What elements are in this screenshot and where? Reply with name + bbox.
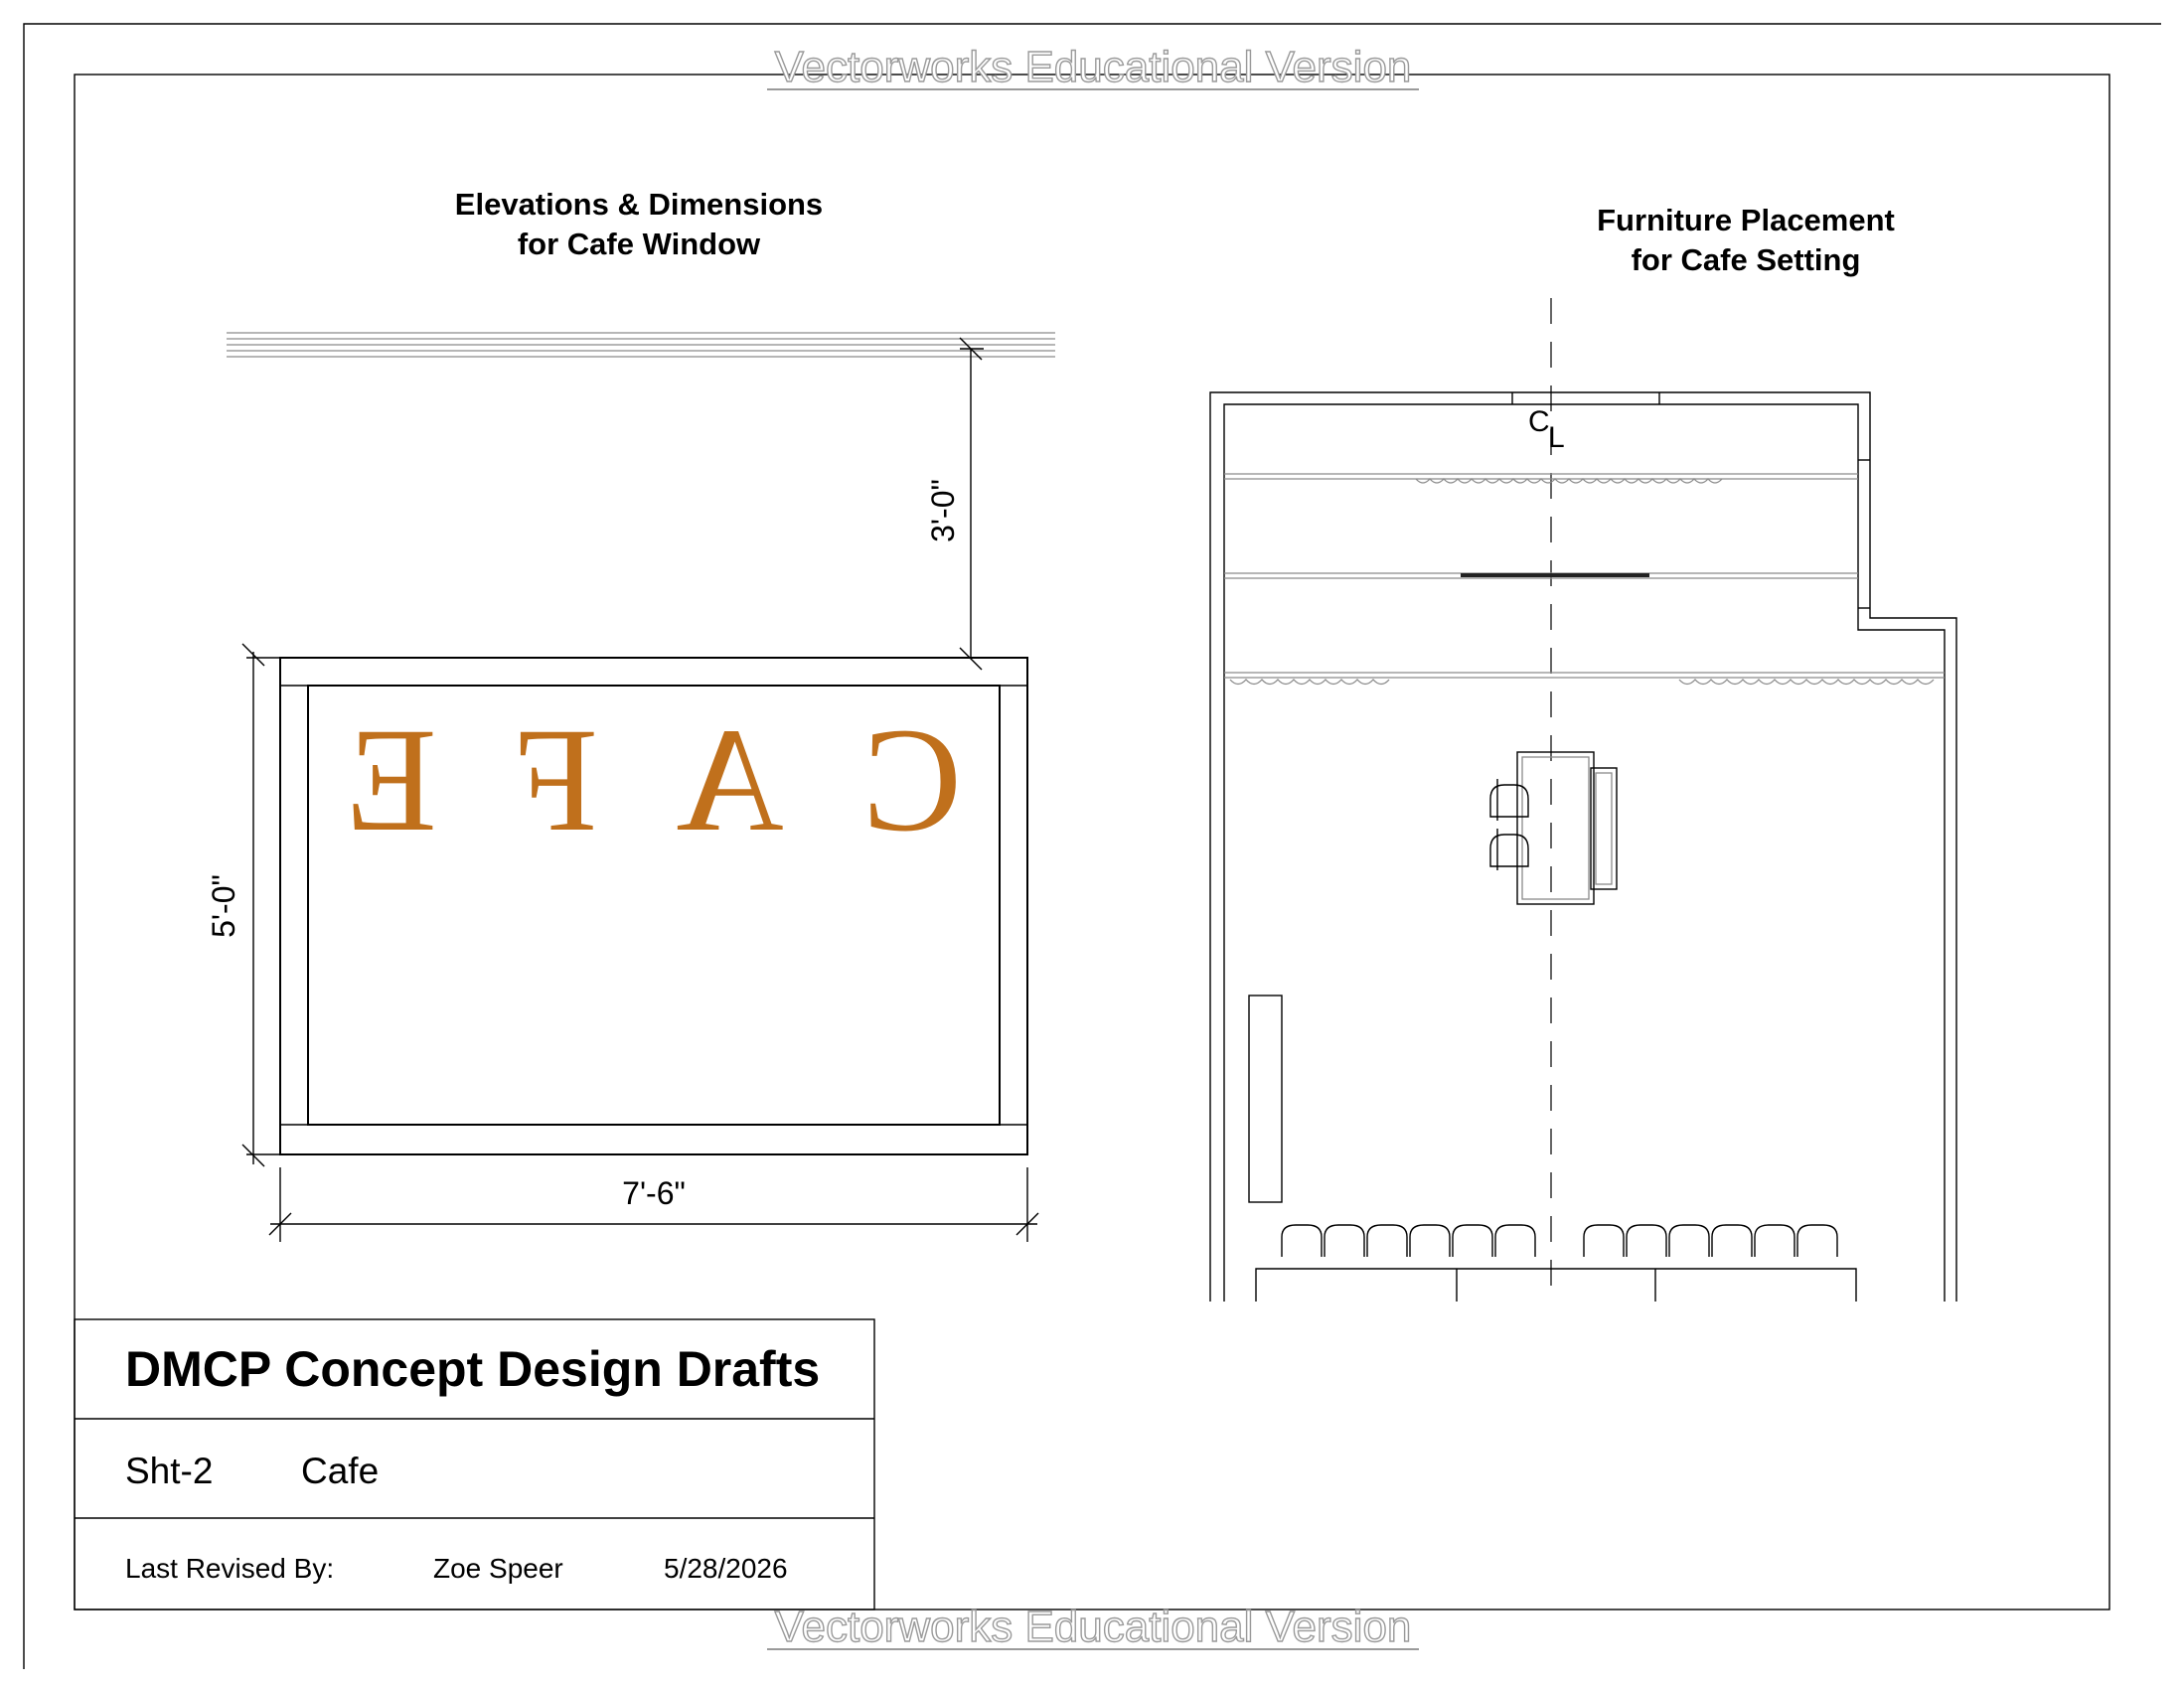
dimension-5ft-label: 5'-0" — [206, 874, 241, 938]
dimension-7ft6-label: 7'-6" — [622, 1175, 686, 1211]
sheet-number: Sht-2 — [125, 1451, 213, 1491]
project-title: DMCP Concept Design Drafts — [125, 1341, 820, 1397]
plan-title-line2: for Cafe Setting — [1632, 242, 1861, 277]
chair-row-left — [1281, 1224, 1536, 1257]
bottom-counter — [1255, 1268, 1857, 1302]
cafe-table-set — [1489, 751, 1618, 905]
plan-title: Furniture Placement for Cafe Setting — [1597, 203, 1895, 277]
dimension-7ft6: 7'-6" — [268, 1167, 1039, 1242]
revised-date: 5/28/2026 — [664, 1553, 788, 1584]
curtain-left — [1229, 679, 1390, 686]
dimension-3ft: 3'-0" — [925, 337, 984, 671]
revised-by: Zoe Speer — [433, 1553, 563, 1584]
elevation-title: Elevations & Dimensions for Cafe Window — [455, 187, 823, 261]
ceiling-lines — [227, 332, 1055, 358]
cafe-sign-mirrored: CAFE — [346, 697, 962, 862]
cafe-window-elevation: CAFE — [279, 657, 1028, 1155]
plan-title-line1: Furniture Placement — [1597, 203, 1895, 237]
elevation-title-line1: Elevations & Dimensions — [455, 187, 823, 222]
centerline-c: C — [1528, 405, 1550, 438]
dimension-3ft-label: 3'-0" — [925, 479, 961, 542]
curtain-right — [1678, 679, 1935, 686]
side-counter — [1248, 995, 1283, 1203]
watermark-top-text: Vectorworks Educational Version — [775, 43, 1412, 91]
centerline-l: L — [1548, 421, 1565, 454]
plan-bar-element — [1461, 573, 1649, 577]
watermark-top: Vectorworks Educational Version — [767, 42, 1419, 92]
chair-row-right — [1583, 1224, 1838, 1257]
plan-walls — [1209, 391, 1957, 1302]
centerline-symbol: C L — [1528, 405, 1565, 454]
drawing-sheet: Vectorworks Educational Version Vectorwo… — [23, 23, 2161, 1669]
title-block: DMCP Concept Design Drafts Sht-2 Cafe La… — [74, 1318, 875, 1610]
revised-label: Last Revised By: — [125, 1553, 334, 1584]
sheet-name: Cafe — [301, 1451, 379, 1491]
elevation-title-line2: for Cafe Window — [518, 227, 761, 261]
dimension-5ft: 5'-0" — [206, 643, 280, 1167]
